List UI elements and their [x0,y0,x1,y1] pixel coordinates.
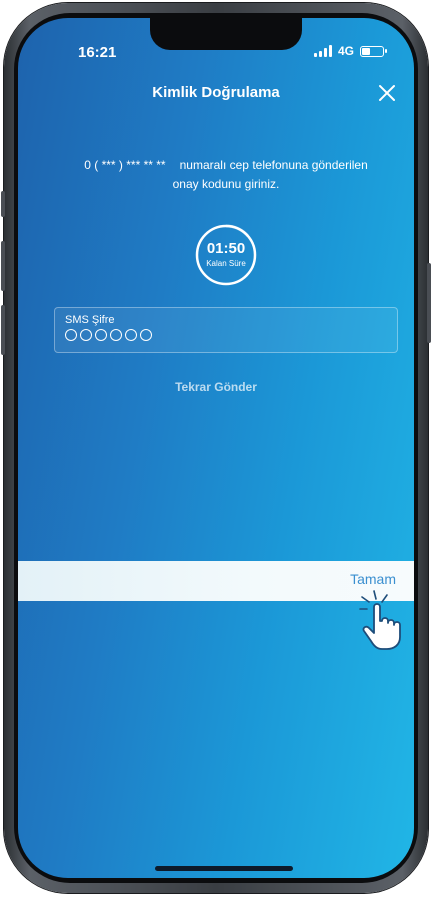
close-icon [379,85,395,101]
volume-up-button [1,241,5,291]
power-button [427,263,431,343]
otp-digit-dot [110,329,122,341]
instruction-line-1: numaralı cep telefonuna gönderilen [179,158,368,172]
instruction-text: 0 ( *** ) *** ** ** numaralı cep telefonu… [58,156,394,194]
close-button[interactable] [370,76,404,110]
signal-icon [313,45,332,57]
tap-hand-icon [359,590,401,650]
countdown-timer: 01:50 Kalan Süre [194,223,258,287]
status-indicators: 4G [313,44,387,58]
silent-switch [1,191,5,217]
network-label: 4G [337,44,354,58]
phone-frame: 16:21 4G Kimlik Doğrulama 0 ( *** ) *** … [1,3,431,893]
timer-value: 01:50 [206,240,246,257]
otp-digit-dot [95,329,107,341]
screen: 16:21 4G Kimlik Doğrulama 0 ( *** ) *** … [18,18,414,878]
instruction-line-2: onay kodunu giriniz. [172,177,280,191]
otp-digit-dot [140,329,152,341]
status-time: 16:21 [78,44,117,61]
notch [150,18,302,50]
home-indicator[interactable] [155,866,293,871]
otp-placeholder [65,329,152,341]
sms-code-input[interactable]: SMS Şifre [54,307,398,353]
battery-icon [360,45,387,57]
page-title: Kimlik Doğrulama [152,84,280,101]
resend-code-button[interactable]: Tekrar Gönder [18,380,414,394]
masked-phone-number: 0 ( *** ) *** ** ** [84,158,166,172]
otp-digit-dot [65,329,77,341]
otp-digit-dot [125,329,137,341]
timer-label: Kalan Süre [206,259,246,268]
volume-down-button [1,305,5,355]
sms-code-label: SMS Şifre [65,314,115,326]
otp-digit-dot [80,329,92,341]
